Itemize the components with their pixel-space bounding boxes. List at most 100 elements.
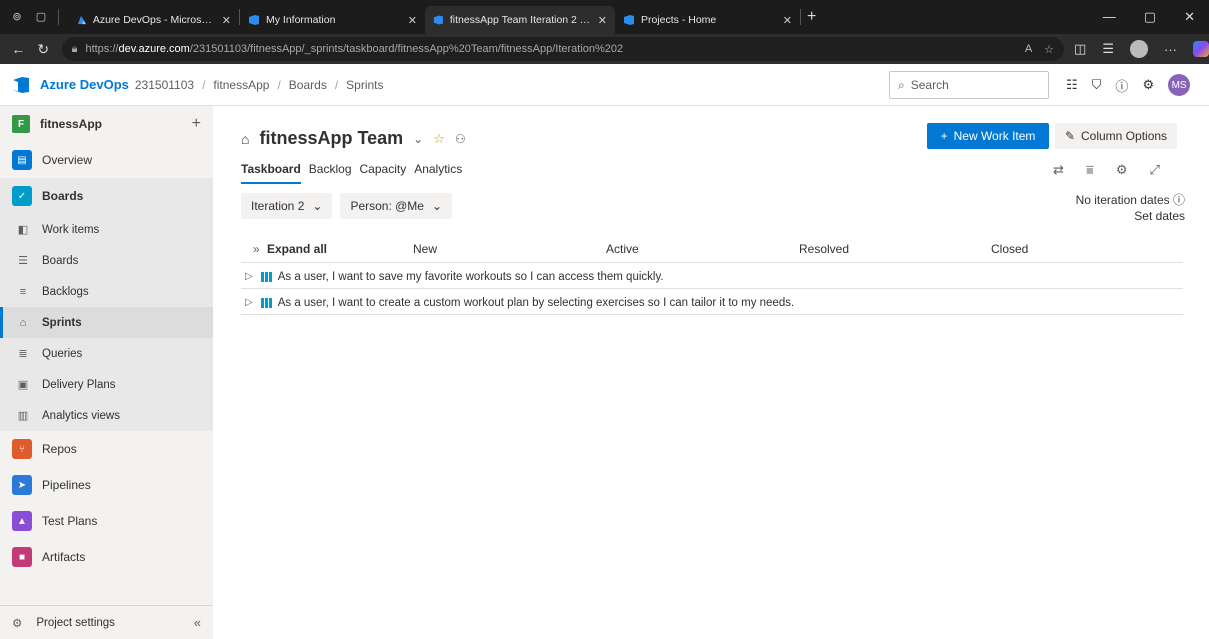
avatar[interactable]: MS — [1168, 74, 1191, 96]
project-badge: F — [12, 115, 30, 133]
project-settings[interactable]: ⚙ Project settings « — [0, 605, 213, 639]
nav-item-boards[interactable]: ✓ Boards — [0, 178, 213, 214]
column-options-button[interactable]: ✎ Column Options — [1055, 123, 1177, 149]
story-title[interactable]: As a user, I want to create a custom wor… — [278, 297, 794, 309]
fullscreen-icon[interactable]: ⤢ — [1149, 162, 1159, 178]
analytics-icon: ▥ — [17, 410, 29, 422]
expand-all-button[interactable]: Expand all — [267, 242, 327, 256]
help-icon[interactable]: ⓘ — [1115, 76, 1128, 95]
add-icon[interactable]: + — [192, 115, 201, 133]
window-controls: — ▢ ✕ — [1103, 9, 1209, 25]
table-row[interactable]: ▷ As a user, I want to save my favorite … — [241, 265, 1183, 289]
close-icon[interactable]: ✕ — [783, 14, 792, 27]
column-header-closed: Closed — [991, 242, 1029, 256]
breadcrumb-project[interactable]: fitnessApp — [213, 78, 269, 92]
refresh-icon[interactable]: ↻ — [31, 41, 56, 58]
left-navigation: F fitnessApp + ▤ Overview ✓ Boards ◧ Wor… — [0, 106, 213, 639]
tab-separator — [800, 9, 801, 25]
brand-name[interactable]: Azure DevOps — [40, 77, 129, 92]
settings-gear-icon[interactable]: ⚙ — [1116, 162, 1128, 178]
team-members-icon[interactable]: ⚇ — [455, 132, 466, 146]
marketplace-bag-icon[interactable]: ⛉ — [1092, 77, 1102, 93]
expand-row-icon[interactable]: ▷ — [245, 271, 253, 282]
story-title[interactable]: As a user, I want to save my favorite wo… — [278, 271, 664, 283]
copilot-icon[interactable] — [1193, 41, 1209, 57]
profile-icon[interactable] — [1130, 40, 1148, 58]
split-screen-icon[interactable]: ◫ — [1074, 41, 1086, 57]
sub-item-queries[interactable]: ≣ Queries — [0, 338, 213, 369]
nav-item-test-plans[interactable]: ▲ Test Plans — [0, 503, 213, 539]
gear-icon: ⚙ — [12, 617, 23, 630]
table-row[interactable]: ▷ As a user, I want to create a custom w… — [241, 291, 1183, 315]
azure-devops-icon — [624, 15, 634, 25]
settings-list-icon[interactable]: ☷ — [1066, 77, 1078, 93]
nav-item-overview[interactable]: ▤ Overview — [0, 142, 213, 178]
url-field[interactable]: 🔒︎ https://dev.azure.com/231501103/fitne… — [61, 37, 1065, 61]
sub-item-delivery-plans[interactable]: ▣ Delivery Plans — [0, 369, 213, 400]
no-iteration-dates-label: No iteration dates — [1075, 193, 1170, 207]
expand-row-icon[interactable]: ▷ — [245, 297, 253, 308]
project-switcher[interactable]: F fitnessApp + — [0, 106, 213, 142]
collapse-sidebar-icon[interactable]: « — [194, 615, 201, 630]
tab-title: Projects - Home — [641, 14, 717, 26]
user-story-icon — [260, 297, 272, 308]
close-icon[interactable]: ✕ — [598, 14, 607, 27]
iteration-dates: No iteration dates ⓘ Set dates — [1076, 192, 1185, 224]
sub-item-boards[interactable]: ☰ Boards — [0, 245, 213, 276]
close-window-icon[interactable]: ✕ — [1184, 9, 1195, 25]
view-options-icon[interactable]: ⇄ — [1053, 162, 1064, 178]
sub-item-analytics-views[interactable]: ▥ Analytics views — [0, 400, 213, 431]
tab-backlog[interactable]: Backlog — [309, 162, 352, 184]
new-tab-icon[interactable]: + — [807, 8, 816, 26]
chevron-down-icon: ⌄ — [431, 199, 443, 213]
info-icon[interactable]: ⓘ — [1173, 193, 1185, 207]
sub-item-work-items[interactable]: ◧ Work items — [0, 214, 213, 245]
back-icon[interactable]: ← — [6, 41, 31, 57]
close-icon[interactable]: ✕ — [408, 14, 417, 27]
breadcrumb-sprints[interactable]: Sprints — [346, 78, 383, 92]
browser-tab-taskboard[interactable]: fitnessApp Team Iteration 2 Taskb ✕ — [425, 6, 615, 34]
delivery-plans-icon: ▣ — [17, 379, 29, 391]
favorite-star-icon[interactable]: ☆ — [433, 131, 445, 147]
sub-item-sprints[interactable]: ⌂ Sprints — [0, 307, 213, 338]
sub-item-backlogs[interactable]: ≡ Backlogs — [0, 276, 213, 307]
azure-devops-logo-icon[interactable] — [10, 74, 32, 96]
browser-tab-projects-home[interactable]: Projects - Home ✕ — [615, 6, 800, 34]
search-input[interactable]: ⌕ Search — [889, 71, 1049, 99]
read-aloud-icon[interactable]: A — [1025, 43, 1032, 56]
browser-tab-my-information[interactable]: My Information ✕ — [240, 6, 425, 34]
user-settings-icon[interactable]: ⚙ — [1142, 77, 1154, 93]
work-items-icon: ◧ — [17, 224, 29, 236]
tab-analytics[interactable]: Analytics — [414, 162, 462, 184]
filter-icon[interactable]: ⩸ — [1086, 162, 1094, 178]
breadcrumb-separator: / — [334, 77, 339, 92]
new-work-item-button[interactable]: + New Work Item — [927, 123, 1049, 149]
set-dates-link[interactable]: Set dates — [1076, 208, 1185, 224]
browser-tab-azure-devops[interactable]: Azure DevOps - Microsoft Azure ✕ — [69, 6, 239, 34]
tab-title: Azure DevOps - Microsoft Azure — [92, 14, 216, 26]
team-name[interactable]: fitnessApp Team — [259, 128, 403, 149]
boards-group: ✓ Boards ◧ Work items ☰ Boards ≡ Backlog… — [0, 178, 213, 431]
user-story-icon — [260, 271, 272, 282]
nav-item-repos[interactable]: ⑂ Repos — [0, 431, 213, 467]
person-filter[interactable]: Person: @Me ⌄ — [340, 193, 453, 219]
more-icon[interactable]: ··· — [1164, 42, 1177, 57]
chevron-down-icon[interactable]: ⌄ — [413, 132, 423, 146]
close-icon[interactable]: ✕ — [222, 14, 231, 27]
breadcrumb-boards[interactable]: Boards — [289, 78, 327, 92]
tab-capacity[interactable]: Capacity — [360, 162, 407, 184]
restore-icon[interactable]: ▢ — [1144, 9, 1156, 25]
tab-title: My Information — [266, 14, 336, 26]
tab-taskboard[interactable]: Taskboard — [241, 162, 301, 184]
workspaces-icon[interactable]: ⊚ — [10, 10, 24, 24]
breadcrumb-org[interactable]: 231501103 — [135, 78, 194, 92]
favorites-icon[interactable]: ☰ — [1102, 41, 1114, 57]
nav-item-pipelines[interactable]: ➤ Pipelines — [0, 467, 213, 503]
favorite-star-icon[interactable]: ☆ — [1044, 43, 1054, 56]
minimize-icon[interactable]: — — [1103, 9, 1116, 25]
boards-icon: ✓ — [12, 186, 32, 206]
iteration-picker[interactable]: Iteration 2 ⌄ — [241, 193, 333, 219]
plus-icon: + — [940, 129, 948, 143]
tab-actions-icon[interactable]: ▢ — [34, 10, 48, 24]
nav-item-artifacts[interactable]: ■ Artifacts — [0, 539, 213, 575]
